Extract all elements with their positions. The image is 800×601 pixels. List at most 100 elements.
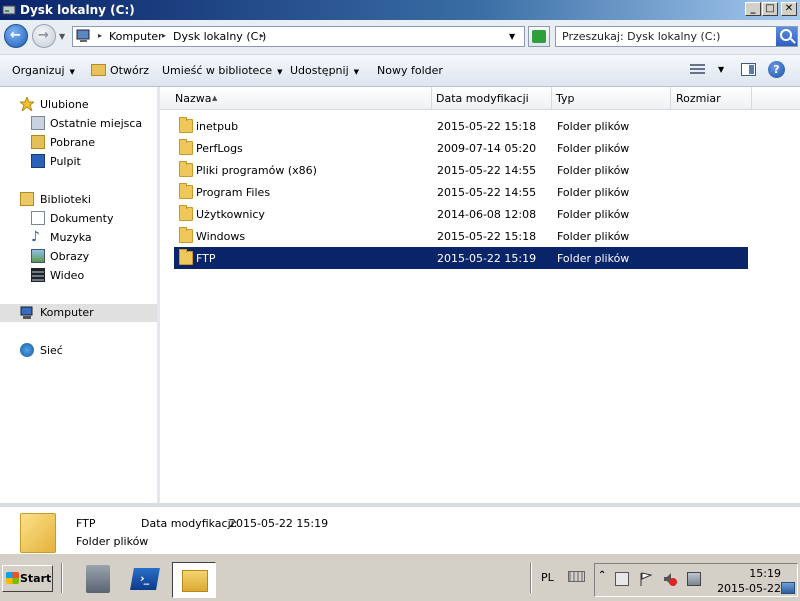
file-date: 2014-06-08 12:08 xyxy=(437,208,537,221)
view-options-dropdown[interactable]: ▼ xyxy=(718,65,724,74)
nav-favorites[interactable]: Ulubione xyxy=(0,95,157,114)
clock-time[interactable]: 15:19 xyxy=(731,567,781,580)
folder-icon xyxy=(179,249,193,265)
nav-label: Muzyka xyxy=(50,231,92,244)
language-indicator[interactable]: PL xyxy=(541,571,554,584)
pane-splitter[interactable] xyxy=(157,87,160,503)
column-header-row: Nazwa ▲ Data modyfikacji Typ Rozmiar xyxy=(160,87,800,110)
file-date: 2009-07-14 05:20 xyxy=(437,142,537,155)
file-name: inetpub xyxy=(196,120,239,133)
downloads-folder-icon xyxy=(31,135,45,149)
file-row[interactable]: Pliki programów (x86) 2015-05-22 14:55 F… xyxy=(174,159,748,181)
file-row[interactable]: Windows 2015-05-22 15:18 Folder plików xyxy=(174,225,748,247)
search-input[interactable]: Przeszukaj: Dysk lokalny (C:) xyxy=(555,26,798,47)
chevron-right-icon[interactable]: ▸ xyxy=(162,31,166,40)
organize-button[interactable]: Organizuj ▼ xyxy=(12,64,75,77)
open-button[interactable]: Otwórz xyxy=(110,64,149,77)
nav-libraries[interactable]: Biblioteki xyxy=(0,191,157,209)
computer-icon xyxy=(20,306,34,320)
back-button[interactable]: ← xyxy=(4,24,28,48)
address-dropdown-icon[interactable]: ▼ xyxy=(509,32,515,41)
nav-network[interactable]: Sieć xyxy=(0,342,157,360)
column-header-size[interactable]: Rozmiar xyxy=(671,87,752,109)
close-button[interactable]: ✕ xyxy=(781,2,797,16)
file-row[interactable]: PerfLogs 2009-07-14 05:20 Folder plików xyxy=(174,137,748,159)
windows-logo-icon xyxy=(6,572,19,584)
file-row[interactable]: Użytkownicy 2014-06-08 12:08 Folder plik… xyxy=(174,203,748,225)
taskbar-powershell[interactable]: ›_ xyxy=(123,562,167,598)
nav-documents[interactable]: Dokumenty xyxy=(0,210,157,228)
file-date: 2015-05-22 14:55 xyxy=(437,186,537,199)
volume-muted-icon[interactable] xyxy=(663,572,677,586)
start-label: Start xyxy=(20,572,52,585)
search-icon xyxy=(780,29,792,41)
taskbar-server-manager[interactable] xyxy=(78,562,122,598)
taskbar-explorer[interactable] xyxy=(172,562,216,598)
search-button[interactable] xyxy=(776,27,797,46)
folder-large-icon xyxy=(20,513,56,553)
include-in-library-button[interactable]: Umieść w bibliotece ▼ xyxy=(162,64,283,77)
column-header-type[interactable]: Typ xyxy=(552,87,671,109)
computer-icon xyxy=(76,29,92,43)
sort-ascending-icon: ▲ xyxy=(212,94,218,102)
details-type: Folder plików xyxy=(76,535,149,548)
nav-recent-places[interactable]: Ostatnie miejsca xyxy=(0,115,157,133)
breadcrumb-drive[interactable]: Dysk lokalny (C:) xyxy=(173,30,266,43)
file-row-selected[interactable]: FTP 2015-05-22 15:19 Folder plików xyxy=(174,247,748,269)
nav-pictures[interactable]: Obrazy xyxy=(0,248,157,266)
maximize-button[interactable]: □ xyxy=(762,2,778,16)
include-label: Umieść w bibliotece xyxy=(162,64,273,77)
file-type: Folder plików xyxy=(557,120,630,133)
file-type: Folder plików xyxy=(557,252,630,265)
folder-icon xyxy=(179,139,193,155)
nav-music[interactable]: ♪ Muzyka xyxy=(0,229,157,247)
nav-label: Wideo xyxy=(50,269,85,282)
column-label: Nazwa xyxy=(175,92,212,105)
network-status-icon[interactable] xyxy=(687,572,701,586)
folder-icon xyxy=(179,205,193,221)
change-view-icon[interactable] xyxy=(690,64,705,76)
video-film-icon xyxy=(31,268,45,282)
details-date-label: Data modyfikacji: xyxy=(141,517,238,530)
minimize-button[interactable]: _ xyxy=(745,2,761,16)
chevron-right-icon[interactable]: ▸ xyxy=(260,31,264,40)
file-name: FTP xyxy=(196,252,216,265)
file-date: 2015-05-22 15:18 xyxy=(437,230,537,243)
action-center-flag-icon[interactable] xyxy=(639,572,653,586)
chevron-right-icon[interactable]: ▸ xyxy=(98,31,102,40)
forward-button[interactable]: → xyxy=(32,24,56,48)
column-header-date[interactable]: Data modyfikacji xyxy=(432,87,552,109)
nav-computer[interactable]: Komputer xyxy=(0,304,157,322)
start-button[interactable]: Start xyxy=(2,565,53,592)
share-button[interactable]: Udostępnij ▼ xyxy=(290,64,359,77)
show-hidden-icons-chevron-icon[interactable]: ⌃ xyxy=(598,570,606,581)
column-header-name[interactable]: Nazwa ▲ xyxy=(160,87,432,109)
file-row[interactable]: Program Files 2015-05-22 14:55 Folder pl… xyxy=(174,181,748,203)
refresh-button[interactable] xyxy=(528,26,550,47)
help-icon[interactable]: ? xyxy=(768,61,785,78)
keyboard-icon[interactable] xyxy=(568,571,585,582)
new-folder-button[interactable]: Nowy folder xyxy=(377,64,443,77)
music-note-icon: ♪ xyxy=(31,229,40,245)
file-row[interactable]: inetpub 2015-05-22 15:18 Folder plików xyxy=(174,115,748,137)
details-name: FTP xyxy=(76,517,96,530)
window-title: Dysk lokalny (C:) xyxy=(20,3,135,17)
nav-video[interactable]: Wideo xyxy=(0,267,157,285)
file-type: Folder plików xyxy=(557,230,630,243)
system-tray: ⌃ 15:19 2015-05-22 xyxy=(594,563,798,597)
title-bar[interactable]: Dysk lokalny (C:) _ □ ✕ xyxy=(0,0,800,20)
taskbar: Start ›_ PL ⌃ 15:19 2015-05-22 xyxy=(0,553,800,601)
chevron-down-icon: ▼ xyxy=(277,68,283,76)
clipboard-icon[interactable] xyxy=(615,572,629,586)
clock-date[interactable]: 2015-05-22 xyxy=(715,582,781,595)
recent-pages-dropdown[interactable]: ▼ xyxy=(59,32,65,41)
address-input[interactable]: ▸ Komputer ▸ Dysk lokalny (C:) ▸ ▼ xyxy=(72,26,525,47)
taskbar-separator xyxy=(61,563,63,593)
file-name: Użytkownicy xyxy=(196,208,265,221)
nav-desktop[interactable]: Pulpit xyxy=(0,153,157,171)
nav-downloads[interactable]: Pobrane xyxy=(0,134,157,152)
preview-pane-icon[interactable] xyxy=(741,63,756,76)
show-desktop-icon[interactable] xyxy=(781,582,795,594)
nav-label: Pobrane xyxy=(50,136,95,149)
breadcrumb-computer[interactable]: Komputer xyxy=(109,30,163,43)
